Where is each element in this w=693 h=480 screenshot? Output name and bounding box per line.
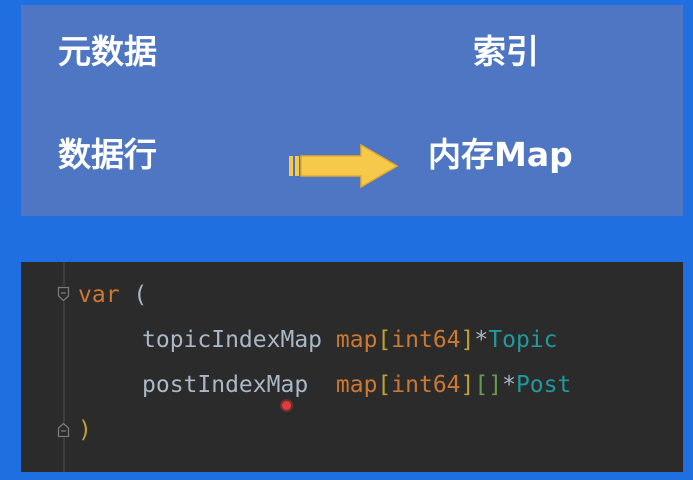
var-keyword: var bbox=[78, 282, 120, 308]
value-type: Topic bbox=[488, 327, 558, 353]
key-type: int64 bbox=[391, 372, 461, 398]
key-type: int64 bbox=[391, 327, 461, 353]
slice-brackets: [] bbox=[474, 372, 503, 398]
index-label: 索引 bbox=[473, 32, 539, 71]
code-line-post-map[interactable]: postIndexMap map[int64][]*Post bbox=[142, 369, 571, 401]
map-keyword: map bbox=[335, 372, 378, 398]
pointer-star: * bbox=[474, 327, 489, 353]
bracket-open: [ bbox=[377, 327, 392, 353]
close-paren: ) bbox=[78, 417, 92, 443]
fold-open-icon[interactable] bbox=[57, 286, 70, 302]
map-keyword: map bbox=[335, 327, 378, 353]
memory-map-label: 内存Map bbox=[428, 135, 573, 174]
topic-index-map-ident: topicIndexMap bbox=[142, 327, 323, 353]
code-line-close[interactable]: ) bbox=[78, 414, 92, 446]
pointer-star: * bbox=[502, 372, 516, 398]
cursor-indicator-icon bbox=[282, 401, 291, 410]
open-paren: ( bbox=[119, 282, 148, 308]
value-type: Post bbox=[515, 372, 572, 398]
metadata-label: 元数据 bbox=[58, 32, 157, 71]
bracket-open: [ bbox=[377, 372, 392, 398]
right-arrow-icon bbox=[289, 143, 399, 189]
fold-close-icon[interactable] bbox=[57, 422, 70, 438]
post-index-map-ident: postIndexMap bbox=[142, 372, 309, 398]
code-editor: var ( topicIndexMap map[int64]*Topic pos… bbox=[21, 262, 683, 472]
code-line-var[interactable]: var ( bbox=[78, 279, 147, 311]
bracket-close: ] bbox=[460, 372, 475, 398]
code-line-topic-map[interactable]: topicIndexMap map[int64]*Topic bbox=[142, 324, 558, 356]
bracket-close: ] bbox=[460, 327, 475, 353]
slide-panel: 元数据 索引 数据行 内存Map bbox=[21, 5, 683, 216]
datarow-label: 数据行 bbox=[58, 135, 157, 174]
